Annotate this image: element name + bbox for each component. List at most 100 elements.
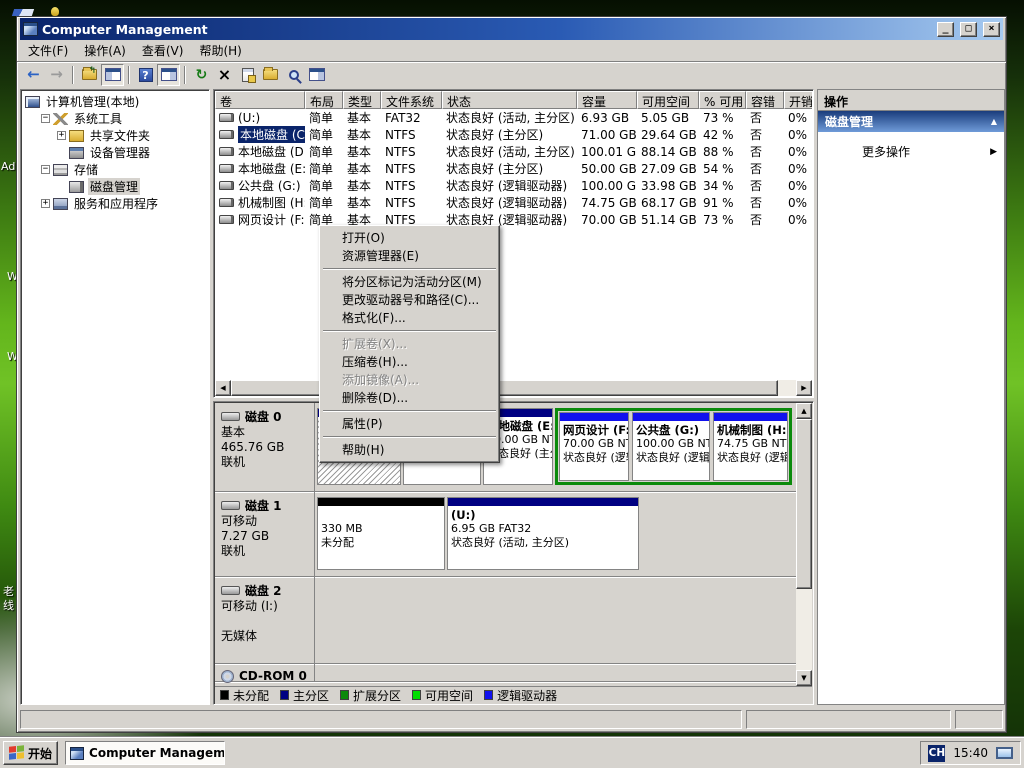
tree-item-1[interactable]: −系统工具 xyxy=(22,110,208,127)
disk-label[interactable]: 磁盘 0基本465.76 GB联机 xyxy=(215,403,315,491)
table-cell: NTFS xyxy=(381,179,442,193)
menu-2[interactable]: 查看(V) xyxy=(134,40,192,61)
scroll-right-button[interactable]: ▶ xyxy=(796,380,812,396)
partition-block[interactable]: (U:)6.95 GB FAT32状态良好 (活动, 主分区) xyxy=(447,497,639,570)
context-menu-item-0[interactable]: 打开(O) xyxy=(321,229,498,247)
up-folder-button[interactable] xyxy=(78,64,101,86)
tree-item-5[interactable]: 磁盘管理 xyxy=(22,178,208,195)
table-row[interactable]: 本地磁盘 (D:)简单基本NTFS状态良好 (活动, 主分区)100.01 GB… xyxy=(215,143,812,160)
partition-block[interactable]: 公共盘 (G:)100.00 GB NTFS状态良好 (逻辑驱动器) xyxy=(632,412,710,481)
open-folder-icon xyxy=(263,69,278,80)
table-cell: 5.05 GB xyxy=(637,111,699,125)
scrollbar-thumb[interactable] xyxy=(796,419,812,589)
network-monitor-icon[interactable] xyxy=(996,747,1013,759)
partition-size: 74.75 GB NTFS xyxy=(717,437,784,451)
properties-button[interactable] xyxy=(236,64,259,86)
tree-item-0[interactable]: 计算机管理(本地) xyxy=(22,93,208,110)
menu-1[interactable]: 操作(A) xyxy=(76,40,134,61)
taskbar-task-computer-management[interactable]: Computer Management xyxy=(65,741,225,765)
table-row[interactable]: 网页设计 (F:)简单基本NTFS状态良好 (逻辑驱动器)70.00 GB51.… xyxy=(215,211,812,228)
context-menu-item-4[interactable]: 更改驱动器号和路径(C)... xyxy=(321,291,498,309)
context-menu-item-10[interactable]: 删除卷(D)... xyxy=(321,389,498,407)
menu-0[interactable]: 文件(F) xyxy=(20,40,76,61)
context-menu-item-1[interactable]: 资源管理器(E) xyxy=(321,247,498,265)
vertical-scrollbar[interactable]: ▲ ▼ xyxy=(796,403,812,686)
partition-block[interactable]: 机械制图 (H:)74.75 GB NTFS状态良好 (逻辑驱动器) xyxy=(713,412,788,481)
partition-block[interactable]: 330 MB未分配 xyxy=(317,497,445,570)
console-tree: 计算机管理(本地)−系统工具+共享文件夹设备管理器−存储磁盘管理+服务和应用程序 xyxy=(20,89,210,705)
open-folder-button[interactable] xyxy=(259,64,282,86)
scroll-down-button[interactable]: ▼ xyxy=(796,670,812,686)
menu-3[interactable]: 帮助(H) xyxy=(191,40,249,61)
tree-expander-icon[interactable]: − xyxy=(41,114,50,123)
context-menu-item-12[interactable]: 属性(P) xyxy=(321,415,498,433)
show-console-tree-button[interactable] xyxy=(101,64,124,86)
refresh-button[interactable]: ↻ xyxy=(190,64,213,86)
column-header-9[interactable]: 开销 xyxy=(784,91,812,109)
scroll-up-button[interactable]: ▲ xyxy=(796,403,812,419)
context-menu-item-8[interactable]: 压缩卷(H)... xyxy=(321,353,498,371)
scrollbar-thumb[interactable] xyxy=(231,380,778,396)
menu-separator xyxy=(323,330,496,332)
context-menu-item-14[interactable]: 帮助(H) xyxy=(321,441,498,459)
volume-list-pane: 卷布局类型文件系统状态容量可用空间% 可用容错开销(U:)简单基本FAT32状态… xyxy=(213,89,814,398)
maximize-button[interactable]: □ xyxy=(960,22,977,37)
tree-expander-icon[interactable]: + xyxy=(57,131,66,140)
tree-item-3[interactable]: 设备管理器 xyxy=(22,144,208,161)
column-header-3[interactable]: 文件系统 xyxy=(381,91,442,109)
column-header-4[interactable]: 状态 xyxy=(442,91,577,109)
disk-info-line: 可移动 (I:) xyxy=(221,599,311,614)
close-button[interactable]: × xyxy=(983,22,1000,37)
column-header-2[interactable]: 类型 xyxy=(343,91,381,109)
table-cell: 54 % xyxy=(699,162,746,176)
table-row[interactable]: 公共盘 (G:)简单基本NTFS状态良好 (逻辑驱动器)100.00 GB33.… xyxy=(215,177,812,194)
show-action-pane-button[interactable] xyxy=(157,64,180,86)
tree-item-4[interactable]: −存储 xyxy=(22,161,208,178)
more-actions-item[interactable]: 更多操作 ▶ xyxy=(818,143,1004,160)
column-header-5[interactable]: 容量 xyxy=(577,91,637,109)
table-cell: 33.98 GB xyxy=(637,179,699,193)
table-row[interactable]: 本地磁盘 (C:)简单基本NTFS状态良好 (主分区)71.00 GB29.64… xyxy=(215,126,812,143)
partition-block[interactable]: 网页设计 (F:)70.00 GB NTFS状态良好 (逻辑驱动器) xyxy=(559,412,629,481)
column-header-8[interactable]: 容错 xyxy=(746,91,784,109)
table-row[interactable]: 机械制图 (H:)简单基本NTFS状态良好 (逻辑驱动器)74.75 GB68.… xyxy=(215,194,812,211)
disk-management-section-header[interactable]: 磁盘管理 ▲ xyxy=(818,111,1004,132)
help-button[interactable]: ? xyxy=(134,64,157,86)
minimize-button[interactable]: _ xyxy=(937,22,954,37)
find-button[interactable] xyxy=(282,64,305,86)
column-header-1[interactable]: 布局 xyxy=(305,91,343,109)
disk-area: 330 MB未分配(U:)6.95 GB FAT32状态良好 (活动, 主分区) xyxy=(315,492,796,576)
legend-label: 主分区 xyxy=(293,687,329,704)
disk-label[interactable]: 磁盘 2可移动 (I:) 无媒体 xyxy=(215,577,315,663)
start-button[interactable]: 开始 xyxy=(3,741,58,765)
language-indicator[interactable]: CH xyxy=(928,745,945,762)
horizontal-scrollbar[interactable]: ◀ ▶ xyxy=(215,380,812,396)
tree-item-2[interactable]: +共享文件夹 xyxy=(22,127,208,144)
disk-area xyxy=(315,664,796,681)
tree-item-6[interactable]: +服务和应用程序 xyxy=(22,195,208,212)
collapse-icon[interactable]: ▲ xyxy=(991,117,997,126)
column-header-7[interactable]: % 可用 xyxy=(699,91,746,109)
table-cell: 简单 xyxy=(305,160,343,177)
table-row[interactable]: (U:)简单基本FAT32状态良好 (活动, 主分区)6.93 GB5.05 G… xyxy=(215,109,812,126)
table-row[interactable]: 本地磁盘 (E:)简单基本NTFS状态良好 (主分区)50.00 GB27.09… xyxy=(215,160,812,177)
delete-button[interactable]: × xyxy=(213,64,236,86)
legend-item: 主分区 xyxy=(280,687,329,704)
disk-label[interactable]: CD-ROM 0 xyxy=(215,664,315,681)
table-cell: 状态良好 (逻辑驱动器) xyxy=(442,194,577,211)
context-menu-item-5[interactable]: 格式化(F)... xyxy=(321,309,498,327)
scroll-left-button[interactable]: ◀ xyxy=(215,380,231,396)
scrollbar-track[interactable] xyxy=(778,380,796,396)
up-folder-icon xyxy=(82,69,97,80)
column-header-6[interactable]: 可用空间 xyxy=(637,91,699,109)
column-header-0[interactable]: 卷 xyxy=(215,91,305,109)
partition-type-bar xyxy=(560,413,628,421)
export-list-button[interactable] xyxy=(305,64,328,86)
disk-label[interactable]: 磁盘 1可移动7.27 GB联机 xyxy=(215,492,315,576)
back-button[interactable]: ← xyxy=(22,64,45,86)
title-bar[interactable]: Computer Management _ □ × xyxy=(20,18,1003,40)
tree-expander-icon[interactable]: + xyxy=(41,199,50,208)
forward-button[interactable]: → xyxy=(45,64,68,86)
context-menu-item-3[interactable]: 将分区标记为活动分区(M) xyxy=(321,273,498,291)
tree-expander-icon[interactable]: − xyxy=(41,165,50,174)
